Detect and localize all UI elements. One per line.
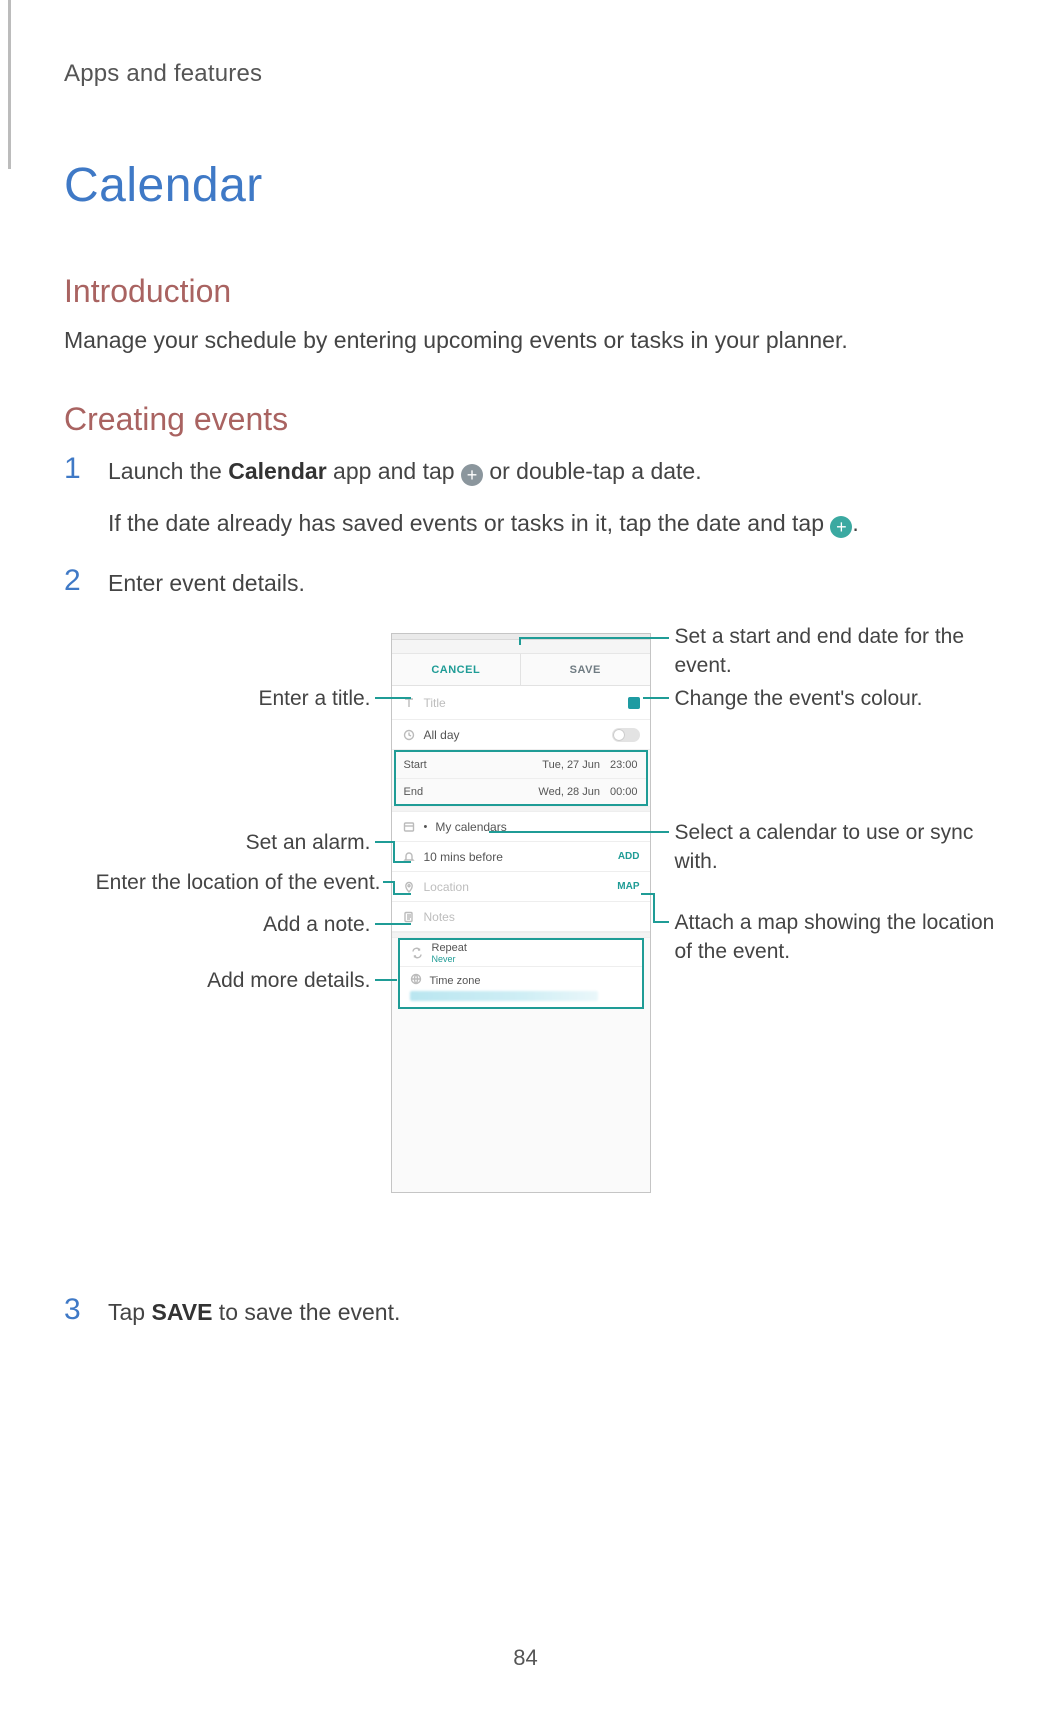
- text: Enter event details.: [108, 566, 997, 602]
- add-reminder-button[interactable]: ADD: [618, 851, 640, 862]
- text: app and tap: [327, 458, 461, 484]
- timezone-value-blur: [410, 991, 599, 1001]
- plus-icon: +: [461, 464, 483, 486]
- text-bold: SAVE: [151, 1299, 212, 1325]
- callout-enter-location: Enter the location of the event.: [71, 869, 381, 897]
- end-date: Wed, 28 Jun: [538, 786, 600, 798]
- start-time: 23:00: [610, 759, 638, 771]
- callout-enter-title: Enter a title.: [71, 685, 371, 713]
- all-day-toggle[interactable]: [612, 728, 640, 742]
- step-number: 2: [64, 564, 90, 599]
- text: or double-tap a date.: [483, 458, 702, 484]
- cancel-button[interactable]: CANCEL: [392, 654, 522, 685]
- reminder-row[interactable]: 10 mins before ADD: [392, 842, 650, 872]
- location-placeholder: Location: [424, 880, 469, 894]
- notes-row[interactable]: Notes: [392, 902, 650, 932]
- all-day-label: All day: [424, 728, 460, 742]
- timezone-row[interactable]: Time zone: [400, 966, 642, 1007]
- intro-heading: Introduction: [64, 273, 997, 310]
- timezone-label: Time zone: [430, 975, 481, 987]
- calendar-icon: [402, 820, 416, 834]
- repeat-label: Repeat: [432, 942, 467, 954]
- clock-icon: [402, 728, 416, 742]
- step-3-body: Tap SAVE to save the event.: [108, 1293, 997, 1331]
- title-row[interactable]: Title: [392, 686, 650, 720]
- globe-icon: [410, 973, 422, 988]
- callout-select-calendar: Select a calendar to use or sync with.: [675, 819, 995, 876]
- text: If the date already has saved events or …: [108, 510, 830, 536]
- more-details-box[interactable]: Repeat Never Time zone: [398, 938, 644, 1009]
- callout-attach-map: Attach a map showing the location of the…: [675, 909, 995, 966]
- callout-add-note: Add a note.: [71, 911, 371, 939]
- title-placeholder: Title: [424, 696, 446, 710]
- date-block[interactable]: Start Tue, 27 Jun 23:00 End Wed, 28 Jun …: [394, 750, 648, 806]
- step-number: 1: [64, 452, 90, 487]
- page-number: 84: [513, 1645, 537, 1671]
- start-label: Start: [404, 759, 427, 771]
- location-row[interactable]: Location MAP: [392, 872, 650, 902]
- save-button[interactable]: SAVE: [521, 654, 650, 685]
- text: to save the event.: [212, 1299, 400, 1325]
- page-title: Calendar: [64, 158, 997, 213]
- pin-icon: [402, 880, 416, 894]
- callout-set-alarm: Set an alarm.: [71, 829, 371, 857]
- phone-mock: CANCEL SAVE Title All day: [391, 633, 651, 1193]
- step-number: 3: [64, 1293, 90, 1328]
- end-row[interactable]: End Wed, 28 Jun 00:00: [396, 778, 646, 804]
- text-bold: Calendar: [228, 458, 326, 484]
- start-date: Tue, 27 Jun: [542, 759, 600, 771]
- end-time: 00:00: [610, 786, 638, 798]
- all-day-row[interactable]: All day: [392, 720, 650, 750]
- callout-change-colour: Change the event's colour.: [675, 685, 995, 713]
- text: Tap: [108, 1299, 151, 1325]
- map-button[interactable]: MAP: [617, 881, 639, 892]
- plus-icon: +: [830, 516, 852, 538]
- repeat-value: Never: [432, 954, 467, 964]
- repeat-icon: [410, 946, 424, 960]
- step-2-body: Enter event details.: [108, 564, 997, 602]
- step-1-body: Launch the Calendar app and tap + or dou…: [108, 452, 997, 541]
- calendar-row[interactable]: • My calendars: [392, 812, 650, 842]
- colour-swatch[interactable]: [628, 697, 640, 709]
- start-row[interactable]: Start Tue, 27 Jun 23:00: [396, 752, 646, 778]
- creating-heading: Creating events: [64, 401, 997, 438]
- text: Launch the: [108, 458, 228, 484]
- section-header: Apps and features: [64, 60, 997, 88]
- notes-placeholder: Notes: [424, 910, 455, 924]
- text: .: [852, 510, 858, 536]
- intro-body: Manage your schedule by entering upcomin…: [64, 324, 997, 357]
- end-label: End: [404, 786, 424, 798]
- event-editor-diagram: CANCEL SAVE Title All day: [71, 623, 991, 1253]
- callout-add-more: Add more details.: [71, 967, 371, 995]
- reminder-value: 10 mins before: [424, 850, 503, 864]
- note-icon: [402, 910, 416, 924]
- callout-set-dates: Set a start and end date for the event.: [675, 623, 995, 680]
